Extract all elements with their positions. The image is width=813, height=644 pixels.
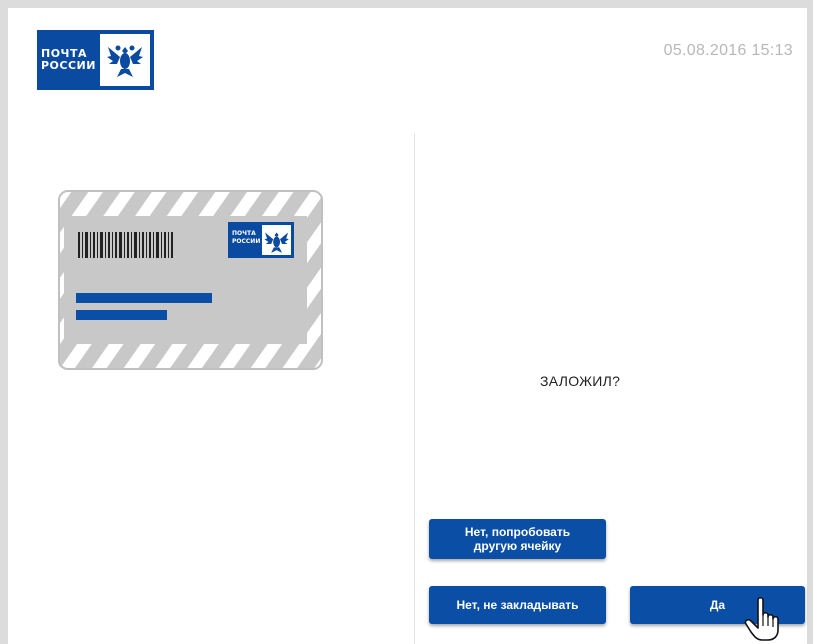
frame-top-border	[0, 0, 813, 8]
address-line-1	[76, 293, 212, 303]
retry-button-label: Нет, попробовать другую ячейку	[464, 525, 571, 553]
do-not-deposit-button[interactable]: Нет, не закладывать	[429, 586, 606, 624]
russian-post-logo: ПОЧТА РОССИИ	[37, 30, 154, 90]
stamp-line2: РОССИИ	[232, 238, 260, 245]
address-line-2	[76, 310, 167, 320]
stamp-line1: ПОЧТА	[232, 230, 256, 237]
datetime-display: 05.08.2016 15:13	[663, 42, 793, 59]
panel-divider	[414, 133, 415, 644]
double-headed-eagle-icon	[96, 30, 154, 90]
frame-left-border	[0, 0, 8, 644]
logo-line2: РОССИИ	[41, 59, 96, 72]
retry-other-cell-button[interactable]: Нет, попробовать другую ячейку	[429, 519, 606, 559]
envelope-illustration: ПОЧТА РОССИИ	[58, 190, 323, 370]
envelope-stamp-logo: ПОЧТА РОССИИ	[228, 222, 294, 258]
frame-right-border	[807, 0, 813, 644]
yes-button[interactable]: Да	[630, 586, 805, 624]
confirmation-question: ЗАЛОЖИЛ?	[540, 373, 621, 389]
logo-text: ПОЧТА РОССИИ	[37, 30, 96, 90]
